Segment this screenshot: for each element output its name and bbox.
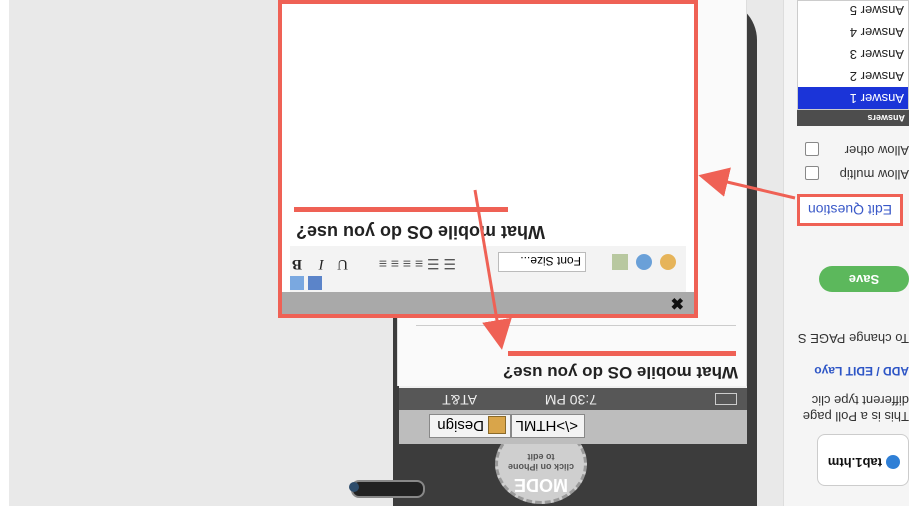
arrow-to-phone: [473, 189, 512, 350]
screenshot-stage: tab1.htm This is a Poll page different t…: [0, 0, 909, 506]
annotation-arrows: [473, 167, 796, 350]
arrow-to-editor: [698, 167, 796, 200]
